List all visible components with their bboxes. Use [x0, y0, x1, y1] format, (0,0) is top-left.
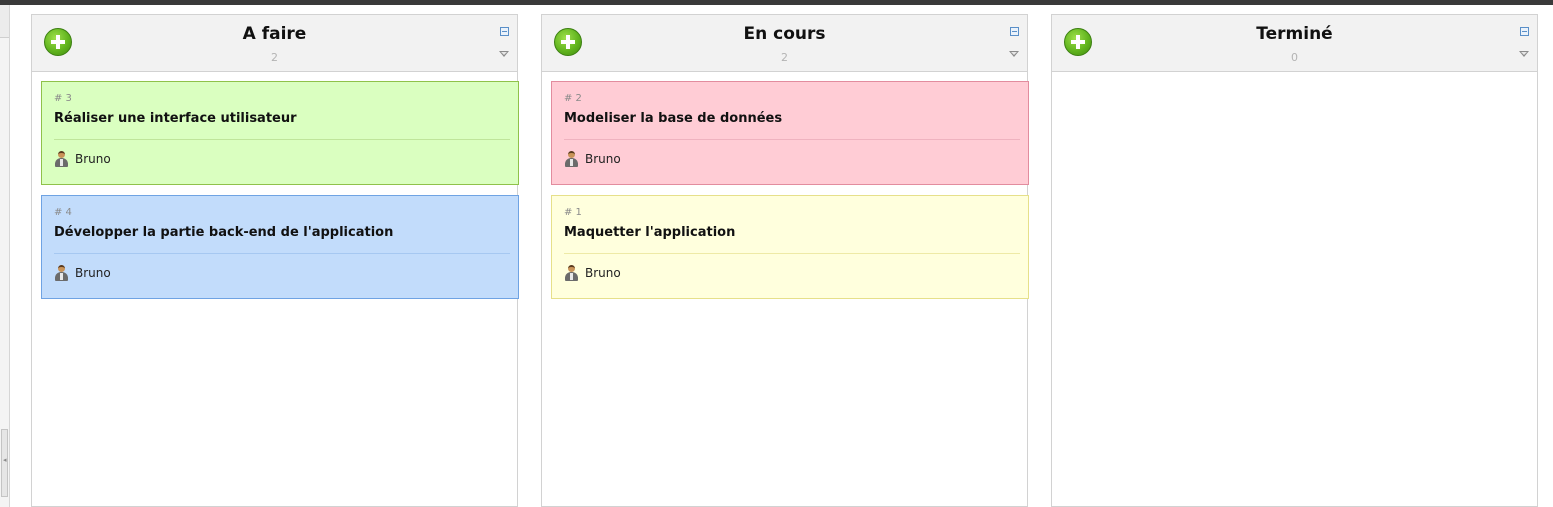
assignee-name: Bruno: [585, 266, 621, 280]
left-panel-tab[interactable]: [0, 5, 9, 38]
card-title: Modeliser la base de données: [564, 111, 783, 126]
dropdown-arrow-icon[interactable]: [499, 51, 509, 57]
chevron-left-icon: ◂: [3, 456, 7, 464]
top-bar: [0, 0, 1553, 5]
assignee-name: Bruno: [75, 266, 111, 280]
user-icon: [54, 151, 69, 167]
card-number: # 2: [564, 93, 582, 104]
card-divider: [564, 253, 1020, 254]
dropdown-arrow-icon[interactable]: [1519, 51, 1529, 57]
left-panel-gutter: ◂: [0, 5, 10, 507]
column-card-count: 0: [1291, 51, 1298, 64]
panel-resize-handle[interactable]: ◂: [1, 429, 8, 497]
card-title: Développer la partie back-end de l'appli…: [54, 225, 394, 240]
card-number: # 4: [54, 207, 72, 218]
column-title: A faire: [242, 24, 307, 44]
assignee-name: Bruno: [75, 152, 111, 166]
card-assignee: Bruno: [54, 150, 111, 168]
column-header: En cours 2: [542, 15, 1027, 72]
column-title: Terminé: [1256, 24, 1333, 44]
column-header: Terminé 0: [1052, 15, 1537, 72]
column-termine: Terminé 0: [1051, 14, 1538, 507]
collapse-icon[interactable]: [500, 27, 509, 36]
user-icon: [54, 265, 69, 281]
card-1[interactable]: # 1 Maquetter l'application Bruno: [551, 195, 1029, 299]
user-icon: [564, 265, 579, 281]
card-2[interactable]: # 2 Modeliser la base de données Bruno: [551, 81, 1029, 185]
assignee-name: Bruno: [585, 152, 621, 166]
card-divider: [54, 253, 510, 254]
dropdown-arrow-icon[interactable]: [1009, 51, 1019, 57]
column-card-count: 2: [781, 51, 788, 64]
card-3[interactable]: # 3 Réaliser une interface utilisateur B…: [41, 81, 519, 185]
column-title: En cours: [743, 24, 826, 44]
card-title: Réaliser une interface utilisateur: [54, 111, 297, 126]
card-divider: [564, 139, 1020, 140]
card-assignee: Bruno: [564, 264, 621, 282]
column-header: A faire 2: [32, 15, 517, 72]
card-assignee: Bruno: [54, 264, 111, 282]
column-a-faire: A faire 2 # 3 Réaliser une interface uti…: [31, 14, 519, 507]
card-number: # 1: [564, 207, 582, 218]
column-en-cours: En cours 2 # 2 Modeliser la base de donn…: [541, 14, 1029, 507]
column-card-count: 2: [271, 51, 278, 64]
card-4[interactable]: # 4 Développer la partie back-end de l'a…: [41, 195, 519, 299]
collapse-icon[interactable]: [1520, 27, 1529, 36]
user-icon: [564, 151, 579, 167]
card-divider: [54, 139, 510, 140]
collapse-icon[interactable]: [1010, 27, 1019, 36]
card-title: Maquetter l'application: [564, 225, 736, 240]
card-number: # 3: [54, 93, 72, 104]
card-assignee: Bruno: [564, 150, 621, 168]
